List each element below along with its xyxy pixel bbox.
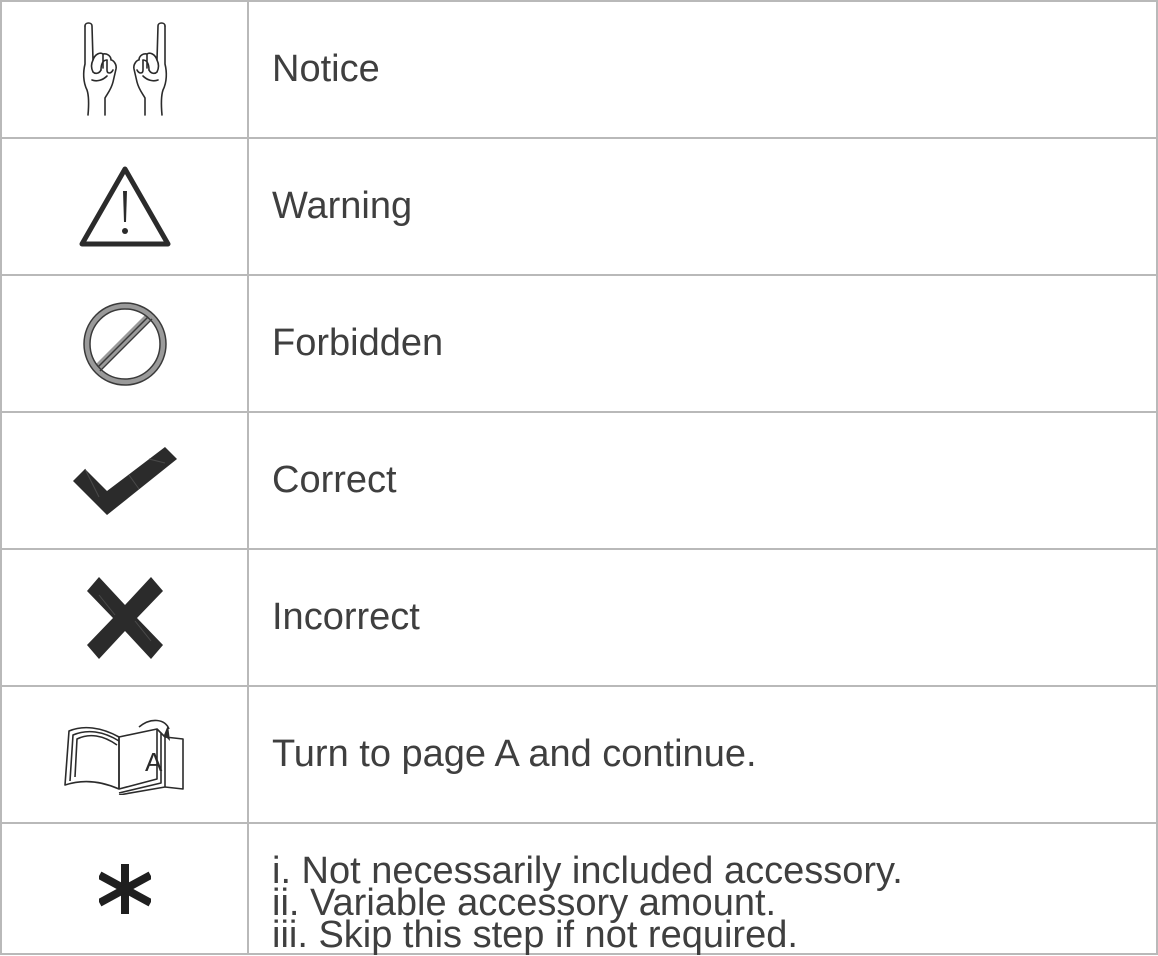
symbol-legend-table: Notice Warning Forbidden Correct Incorre… <box>0 0 1158 955</box>
legend-row-turn-page: A Turn to page A and continue. <box>0 685 1158 824</box>
legend-label-incorrect: Incorrect <box>247 548 1158 687</box>
checkmark-icon <box>72 446 177 515</box>
legend-label-correct: Correct <box>247 411 1158 550</box>
legend-icon-cell <box>0 548 249 687</box>
legend-icon-cell: A <box>0 685 249 824</box>
open-book-page-icon: A <box>63 719 184 795</box>
asterisk-icon <box>98 863 151 914</box>
legend-label-asterisk: i. Not necessarily included accessory. i… <box>247 822 1158 956</box>
legend-row-forbidden: Forbidden <box>0 274 1158 413</box>
legend-row-correct: Correct <box>0 411 1158 550</box>
warning-triangle-icon <box>79 166 170 246</box>
legend-icon-cell <box>0 0 249 139</box>
legend-row-asterisk: i. Not necessarily included accessory. i… <box>0 822 1158 956</box>
legend-label-warning: Warning <box>247 137 1158 276</box>
legend-row-notice: Notice <box>0 0 1158 139</box>
cross-icon <box>86 576 163 659</box>
legend-label-notice: Notice <box>247 0 1158 139</box>
legend-label-turn-page: Turn to page A and continue. <box>247 685 1158 824</box>
legend-row-incorrect: Incorrect <box>0 548 1158 687</box>
page-letter: A <box>145 747 163 777</box>
legend-icon-cell <box>0 274 249 413</box>
legend-row-warning: Warning <box>0 137 1158 276</box>
legend-label-forbidden: Forbidden <box>247 274 1158 413</box>
legend-icon-cell <box>0 822 249 955</box>
legend-icon-cell <box>0 411 249 550</box>
raised-fingers-icon <box>82 21 167 116</box>
legend-icon-cell <box>0 137 249 276</box>
forbidden-icon <box>82 301 167 386</box>
asterisk-note-line: iii. Skip this step if not required. <box>272 914 798 956</box>
